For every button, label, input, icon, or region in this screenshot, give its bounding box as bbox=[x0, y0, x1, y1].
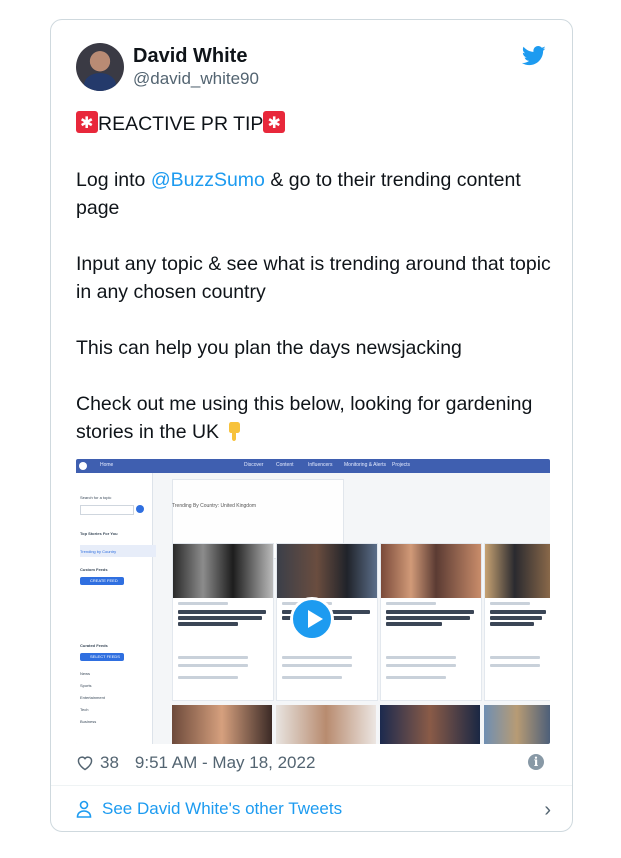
story-source bbox=[490, 602, 530, 605]
author-handle[interactable]: @david_white90 bbox=[133, 69, 259, 89]
info-icon[interactable]: i bbox=[528, 754, 544, 770]
nav-item: Influencers bbox=[308, 462, 333, 468]
story-headline bbox=[490, 622, 534, 626]
story-source bbox=[386, 602, 436, 605]
paragraph-text: This can help you plan the days newsjack… bbox=[76, 337, 462, 359]
story-source bbox=[178, 602, 228, 605]
tweet-card: David White @david_white90 REACTIVE PR T… bbox=[50, 19, 573, 832]
story-image bbox=[380, 705, 480, 744]
paragraph-text: Log into bbox=[76, 169, 151, 191]
trending-by-country-label: Trending By Country: United Kingdom bbox=[172, 503, 257, 509]
story-headline bbox=[178, 622, 238, 626]
siren-emoji-icon bbox=[263, 110, 286, 138]
other-tweets-label: See David White's other Tweets bbox=[102, 799, 343, 818]
story-headline bbox=[386, 616, 470, 620]
sidebar-text: Custom Feeds bbox=[80, 567, 108, 572]
siren-emoji-icon bbox=[76, 110, 98, 138]
tweet-timestamp[interactable]: 9:51 AM - May 18, 2022 bbox=[135, 753, 316, 773]
story-image bbox=[485, 544, 550, 598]
buzzsumo-mention-link[interactable]: @BuzzSumo bbox=[151, 169, 265, 191]
story-stat bbox=[386, 664, 456, 667]
app-topbar: Home Discover Content Influencers Monito… bbox=[76, 459, 550, 473]
pointing-down-emoji-icon bbox=[229, 422, 241, 441]
nav-item: Discover bbox=[244, 462, 264, 468]
story-stat bbox=[282, 664, 352, 667]
story-stat bbox=[490, 664, 540, 667]
story-stat bbox=[386, 676, 446, 679]
sidebar-button-label: SELECT FEEDS bbox=[90, 654, 120, 659]
story-headline bbox=[490, 610, 546, 614]
sidebar-text: Search for a topic bbox=[80, 495, 112, 500]
sidebar-text: Business bbox=[80, 719, 97, 724]
story-image bbox=[484, 705, 550, 744]
story-stat bbox=[178, 664, 248, 667]
search-icon bbox=[136, 505, 144, 513]
divider bbox=[51, 785, 572, 786]
story-headline bbox=[490, 616, 542, 620]
story-tile bbox=[172, 543, 274, 701]
nav-item: Content bbox=[276, 462, 294, 468]
story-stat bbox=[178, 656, 248, 659]
story-headline bbox=[386, 622, 442, 626]
sidebar-text: Trending by Country bbox=[80, 549, 117, 554]
twitter-bird-icon[interactable] bbox=[522, 46, 546, 66]
story-image bbox=[277, 544, 377, 598]
video-media[interactable]: Home Discover Content Influencers Monito… bbox=[76, 459, 550, 744]
sidebar-text: Sports bbox=[80, 683, 92, 688]
story-image bbox=[173, 544, 273, 598]
other-tweets-link[interactable]: See David White's other Tweets › bbox=[76, 796, 551, 822]
sidebar-text: Curated Feeds bbox=[80, 643, 108, 648]
story-image bbox=[172, 705, 272, 744]
avatar[interactable] bbox=[76, 43, 124, 91]
sidebar-text: News bbox=[80, 671, 91, 676]
story-headline bbox=[178, 616, 262, 620]
story-stat bbox=[282, 656, 352, 659]
nav-item: Monitoring & Alerts bbox=[344, 462, 386, 468]
sidebar-text: Entertainment bbox=[80, 695, 105, 700]
story-image bbox=[276, 705, 376, 744]
tip-heading: REACTIVE PR TIP bbox=[98, 113, 264, 135]
play-button[interactable] bbox=[290, 597, 334, 641]
app-sidebar: Search for a topic Top Stories For You T… bbox=[76, 473, 156, 744]
story-image bbox=[381, 544, 481, 598]
app-logo-icon bbox=[79, 462, 87, 470]
nav-item: Projects bbox=[392, 462, 411, 468]
paragraph-text: Check out me using this below, looking f… bbox=[76, 393, 533, 443]
story-stat bbox=[490, 656, 540, 659]
story-headline bbox=[386, 610, 474, 614]
story-stat bbox=[282, 676, 342, 679]
chevron-right-icon: › bbox=[544, 799, 551, 821]
story-stat bbox=[386, 656, 456, 659]
tweet-meta: 38 9:51 AM - May 18, 2022 bbox=[76, 751, 315, 775]
story-stat bbox=[178, 676, 238, 679]
like-count[interactable]: 38 bbox=[100, 753, 119, 773]
heart-icon[interactable] bbox=[76, 755, 94, 771]
story-tile bbox=[380, 543, 482, 701]
story-headline bbox=[178, 610, 266, 614]
story-tile bbox=[484, 543, 550, 701]
author-name[interactable]: David White bbox=[133, 45, 247, 68]
sidebar-text: Top Stories For You bbox=[80, 531, 118, 536]
tweet-text: REACTIVE PR TIP Log into @BuzzSumo & go … bbox=[76, 110, 551, 474]
sidebar-button-label: CREATE FEED bbox=[90, 578, 118, 583]
paragraph-text: Input any topic & see what is trending a… bbox=[76, 253, 551, 303]
sidebar-text: Tech bbox=[80, 707, 89, 712]
sidebar-search-input bbox=[80, 505, 134, 515]
person-icon bbox=[76, 800, 92, 818]
nav-item: Home bbox=[100, 462, 114, 468]
